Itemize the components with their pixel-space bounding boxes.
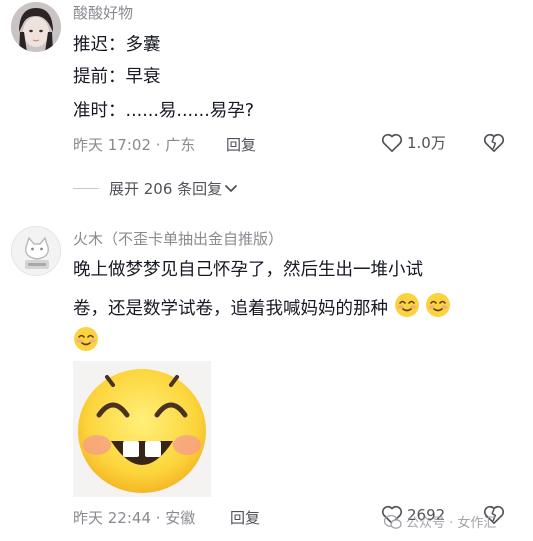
- like-button[interactable]: 1.0万: [381, 132, 446, 153]
- expand-replies-button[interactable]: 展开 206 条回复: [73, 178, 238, 199]
- comment-text-line: 卷，还是数学试卷，追着我喊妈妈的那种: [73, 292, 451, 326]
- reply-button[interactable]: 回复: [230, 507, 260, 528]
- comment-item: 酸酸好物 推迟：多囊 提前：早衰 准时：......易......易孕? 昨天 …: [0, 0, 533, 170]
- grinning-face-sticker: [73, 361, 211, 497]
- smile-emoji-icon: [425, 292, 451, 326]
- watermark: 公众号 · 女作汇: [384, 512, 496, 531]
- comment-text-line: [73, 326, 99, 360]
- chevron-down-icon: [225, 184, 238, 192]
- username[interactable]: 酸酸好物: [73, 2, 133, 23]
- comment-text-line: 准时：......易......易孕?: [73, 101, 255, 121]
- sticker-image[interactable]: [73, 361, 211, 497]
- avatar[interactable]: [11, 226, 61, 276]
- comment-text-line: 晚上做梦梦见自己怀孕了，然后生出一堆小试: [73, 260, 423, 280]
- smile-emoji-icon: [394, 292, 420, 326]
- comment-text-line: 推迟：多囊: [73, 35, 161, 55]
- broken-heart-icon: [483, 133, 505, 153]
- avatar[interactable]: [11, 2, 61, 52]
- heart-outline-icon: [381, 133, 403, 153]
- expand-replies-label: 展开 206 条回复: [109, 180, 223, 198]
- comment-time-location: 昨天 22:44 · 安徽: [73, 509, 196, 527]
- avatar-photo: [11, 2, 61, 52]
- like-count: 1.0万: [407, 134, 446, 152]
- comment-text-segment: 卷，还是数学试卷，追着我喊妈妈的那种: [73, 299, 388, 319]
- reply-button[interactable]: 回复: [226, 134, 256, 155]
- comment-time-location: 昨天 17:02 · 广东: [73, 136, 196, 154]
- divider: [73, 188, 99, 189]
- avatar-cat-logo: [12, 227, 60, 275]
- username[interactable]: 火木（不歪卡单抽出金自推版）: [73, 228, 283, 249]
- wechat-icon: [384, 514, 402, 529]
- watermark-text: 公众号 · 女作汇: [406, 516, 497, 531]
- dislike-button[interactable]: [483, 132, 505, 157]
- comment-text-line: 提前：早衰: [73, 67, 161, 87]
- smile-emoji-icon: [73, 326, 99, 360]
